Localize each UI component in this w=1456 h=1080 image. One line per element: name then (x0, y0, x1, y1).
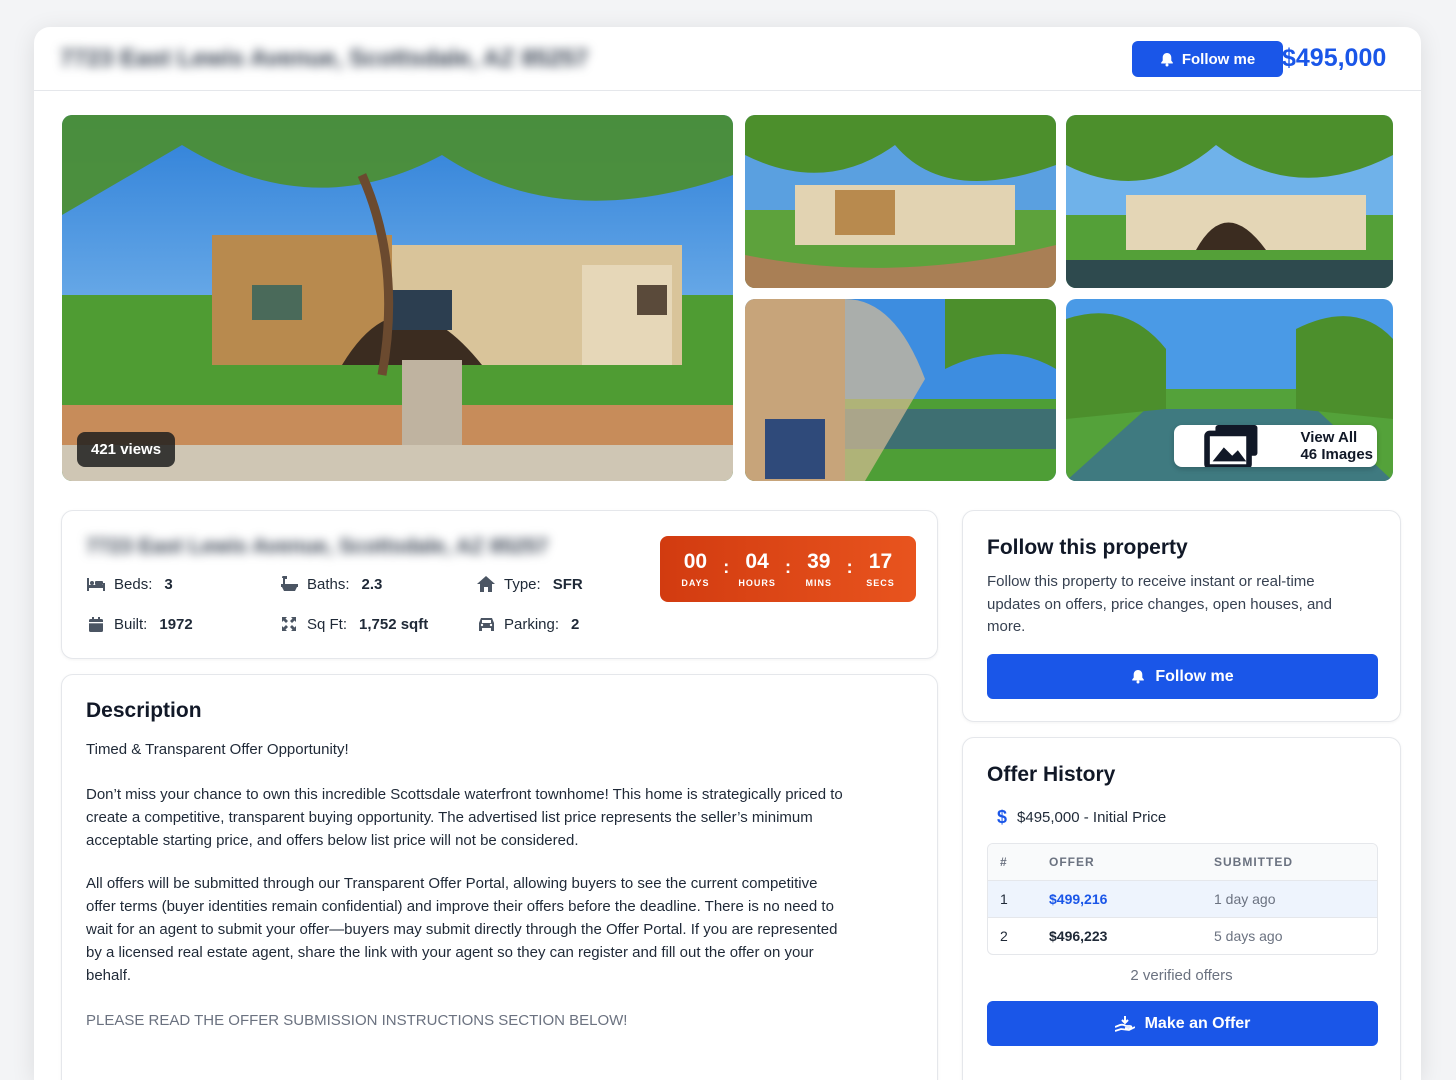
views-badge: 421 views (77, 432, 176, 467)
fact-beds: Beds: 3 (86, 575, 173, 593)
fact-parking: Parking: 2 (476, 615, 579, 633)
fact-built-value: 1972 (159, 615, 193, 633)
countdown-hours-value: 04 (745, 550, 769, 573)
fact-type: Type: SFR (476, 575, 583, 593)
table-row: 2 $496,223 5 days ago (988, 917, 1377, 954)
offer-submitted: 1 day ago (1214, 891, 1276, 907)
make-offer-label: Make an Offer (1144, 1014, 1251, 1032)
description-paragraph-2: Don’t miss your chance to own this incre… (86, 786, 843, 849)
follow-description: Follow this property to receive instant … (987, 573, 1332, 635)
car-icon (476, 615, 496, 633)
listing-address-title: 7723 East Lewis Avenue, Scottsdale, AZ 8… (60, 45, 589, 72)
make-offer-button[interactable]: Make an Offer (987, 1001, 1378, 1046)
offer-countdown: 00 DAYS : 04 HOURS : 39 MINS : 17 SECS (660, 536, 916, 602)
fact-parking-value: 2 (571, 615, 580, 633)
gallery-thumb-3[interactable] (745, 299, 1056, 481)
offer-history-card: Offer History $ $495,000 - Initial Price… (962, 737, 1401, 1080)
countdown-hours: 04 HOURS (734, 550, 780, 588)
gallery-icon (1204, 425, 1258, 467)
countdown-mins-value: 39 (807, 550, 831, 573)
listing-page: 7723 East Lewis Avenue, Scottsdale, AZ 8… (34, 27, 1421, 1080)
house-front-image (62, 115, 733, 481)
description-card: Description Timed & Transparent Offer Op… (61, 674, 938, 1080)
fact-type-label: Type: (504, 575, 541, 593)
follow-button-top[interactable]: Follow me (1132, 41, 1283, 77)
offer-number: 1 (1000, 891, 1008, 907)
hand-money-icon (1114, 1015, 1135, 1032)
description-heading: Description (86, 699, 202, 722)
bell-icon (1161, 52, 1173, 66)
follow-button-top-label: Follow me (1181, 50, 1256, 68)
offer-table: # OFFER SUBMITTED 1 $499,216 1 day ago 2… (987, 843, 1378, 955)
fact-sqft-value: 1,752 sqft (359, 615, 429, 633)
fact-beds-label: Beds: (114, 575, 153, 593)
description-paragraph-4: PLEASE READ THE OFFER SUBMISSION INSTRUC… (86, 1012, 628, 1029)
gallery-thumb-1[interactable] (745, 115, 1056, 288)
fact-sqft-label: Sq Ft: (307, 615, 348, 633)
description-paragraph-1: Timed & Transparent Offer Opportunity! (86, 741, 349, 758)
column-header-submitted: SUBMITTED (1214, 855, 1293, 869)
house-side-image (745, 115, 1056, 288)
gallery-thumb-2[interactable] (1066, 115, 1393, 288)
offer-submitted: 5 days ago (1214, 928, 1283, 944)
fact-built: Built: 1972 (86, 615, 193, 633)
column-header-number: # (1000, 855, 1008, 869)
fact-baths-value: 2.3 (361, 575, 383, 593)
countdown-days: 00 DAYS (672, 550, 718, 588)
table-row: 1 $499,216 1 day ago (988, 880, 1377, 917)
countdown-secs-value: 17 (868, 550, 893, 573)
column-header-offer: OFFER (1049, 855, 1095, 869)
countdown-mins-label: MINS (805, 578, 833, 588)
countdown-separator: : (723, 556, 730, 577)
view-all-label: View All 46 Images (1300, 429, 1374, 463)
dollar-icon: $ (997, 807, 1008, 827)
summary-address: 7723 East Lewis Avenue, Scottsdale, AZ 8… (86, 535, 549, 558)
follow-heading: Follow this property (987, 536, 1188, 559)
countdown-days-label: DAYS (681, 578, 710, 588)
main-photo[interactable]: 421 views (62, 115, 733, 481)
summary-card: 7723 East Lewis Avenue, Scottsdale, AZ 8… (61, 510, 938, 659)
offer-amount: $496,223 (1049, 928, 1108, 944)
countdown-hours-label: HOURS (738, 578, 776, 588)
offer-amount: $499,216 (1049, 891, 1108, 907)
fact-baths-label: Baths: (307, 575, 350, 593)
initial-price-row: $ $495,000 - Initial Price (997, 807, 1166, 828)
view-all-images-button[interactable]: View All 46 Images (1174, 425, 1377, 467)
countdown-separator: : (846, 556, 853, 577)
offer-table-header: # OFFER SUBMITTED (988, 844, 1377, 880)
bath-icon (279, 575, 299, 593)
countdown-mins: 39 MINS (796, 550, 842, 588)
house-canal-image (1066, 115, 1393, 288)
bell-icon (1132, 670, 1145, 684)
countdown-secs: 17 SECS (857, 550, 903, 588)
patio-view-image (745, 299, 1056, 481)
list-price: $495,000 (1282, 44, 1387, 72)
expand-icon (279, 615, 299, 633)
fact-baths: Baths: 2.3 (279, 575, 382, 593)
bed-icon (86, 575, 106, 593)
countdown-separator: : (784, 556, 791, 577)
home-icon (476, 575, 496, 593)
fact-parking-label: Parking: (504, 615, 560, 633)
fact-sqft: Sq Ft: 1,752 sqft (279, 615, 428, 633)
description-paragraph-3: All offers will be submitted through our… (86, 875, 838, 984)
calendar-icon (86, 615, 106, 633)
fact-type-value: SFR (552, 575, 583, 593)
fact-beds-value: 3 (164, 575, 173, 593)
fact-built-label: Built: (114, 615, 148, 633)
follow-button-label: Follow me (1155, 667, 1234, 685)
countdown-days-value: 00 (683, 550, 708, 573)
gallery-thumb-4[interactable]: View All 46 Images (1066, 299, 1393, 481)
offer-number: 2 (1000, 928, 1008, 944)
countdown-secs-label: SECS (866, 578, 895, 588)
verified-offers-count: 2 verified offers (1130, 967, 1233, 984)
initial-price-text: $495,000 - Initial Price (1017, 809, 1167, 826)
follow-button[interactable]: Follow me (987, 654, 1378, 699)
top-bar: 7723 East Lewis Avenue, Scottsdale, AZ 8… (34, 27, 1421, 91)
follow-card: Follow this property Follow this propert… (962, 510, 1401, 722)
offer-history-heading: Offer History (987, 763, 1116, 786)
